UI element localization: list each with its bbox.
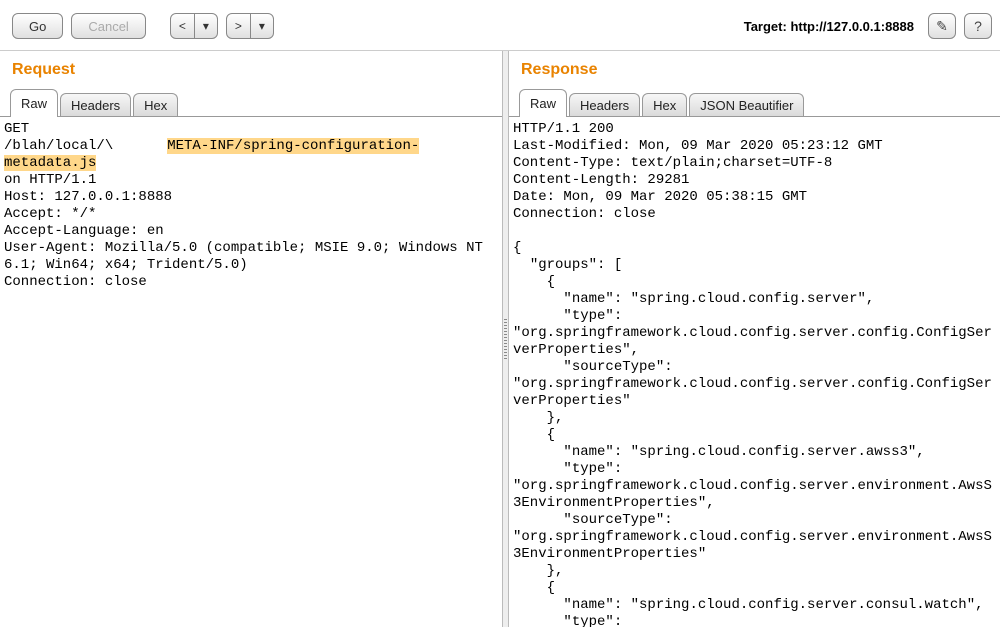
edit-target-button[interactable]: ✎ bbox=[928, 13, 956, 39]
help-icon: ? bbox=[974, 18, 982, 34]
next-button[interactable]: > bbox=[226, 13, 251, 39]
target-label: Target: http://127.0.0.1:8888 bbox=[744, 19, 914, 34]
chevron-left-icon: < bbox=[179, 20, 186, 32]
response-content[interactable]: HTTP/1.1 200 Last-Modified: Mon, 09 Mar … bbox=[509, 116, 1000, 627]
target-value: http://127.0.0.1:8888 bbox=[790, 19, 914, 34]
tab-response-json[interactable]: JSON Beautifier bbox=[689, 93, 804, 117]
cancel-button[interactable]: Cancel bbox=[71, 13, 145, 39]
tab-response-headers[interactable]: Headers bbox=[569, 93, 640, 117]
tab-response-raw[interactable]: Raw bbox=[519, 89, 567, 117]
request-body-post: on HTTP/1.1 Host: 127.0.0.1:8888 Accept:… bbox=[4, 172, 491, 290]
tab-request-headers[interactable]: Headers bbox=[60, 93, 131, 117]
request-body[interactable]: GET /blah/local/\META-INF/spring-configu… bbox=[4, 121, 498, 291]
help-button[interactable]: ? bbox=[964, 13, 992, 39]
prev-menu-button[interactable]: ▾ bbox=[194, 13, 218, 39]
dropdown-icon: ▾ bbox=[259, 20, 265, 32]
request-tabs: Raw Headers Hex bbox=[0, 89, 502, 117]
tab-response-hex[interactable]: Hex bbox=[642, 93, 687, 117]
splitter[interactable] bbox=[502, 51, 509, 627]
chevron-right-icon: > bbox=[235, 20, 242, 32]
main-panels: Request Raw Headers Hex GET /blah/local/… bbox=[0, 50, 1000, 627]
target-prefix: Target: bbox=[744, 19, 791, 34]
response-tabs: Raw Headers Hex JSON Beautifier bbox=[509, 89, 1000, 117]
response-body[interactable]: HTTP/1.1 200 Last-Modified: Mon, 09 Mar … bbox=[513, 121, 996, 627]
response-panel: Response Raw Headers Hex JSON Beautifier… bbox=[509, 51, 1000, 627]
go-button[interactable]: Go bbox=[12, 13, 63, 39]
response-title: Response bbox=[521, 61, 990, 79]
tab-request-hex[interactable]: Hex bbox=[133, 93, 178, 117]
dropdown-icon: ▾ bbox=[203, 20, 209, 32]
request-title: Request bbox=[12, 61, 492, 79]
pencil-icon: ✎ bbox=[936, 18, 948, 35]
prev-button[interactable]: < bbox=[170, 13, 195, 39]
tab-request-raw[interactable]: Raw bbox=[10, 89, 58, 117]
next-button-group: > ▾ bbox=[226, 13, 274, 39]
request-panel: Request Raw Headers Hex GET /blah/local/… bbox=[0, 51, 502, 627]
prev-button-group: < ▾ bbox=[170, 13, 218, 39]
toolbar: Go Cancel < ▾ > ▾ Target: http://127.0.0… bbox=[0, 0, 1000, 50]
request-content[interactable]: GET /blah/local/\META-INF/spring-configu… bbox=[0, 116, 502, 627]
next-menu-button[interactable]: ▾ bbox=[250, 13, 274, 39]
request-body-pre: GET /blah/local/\ bbox=[4, 121, 113, 154]
